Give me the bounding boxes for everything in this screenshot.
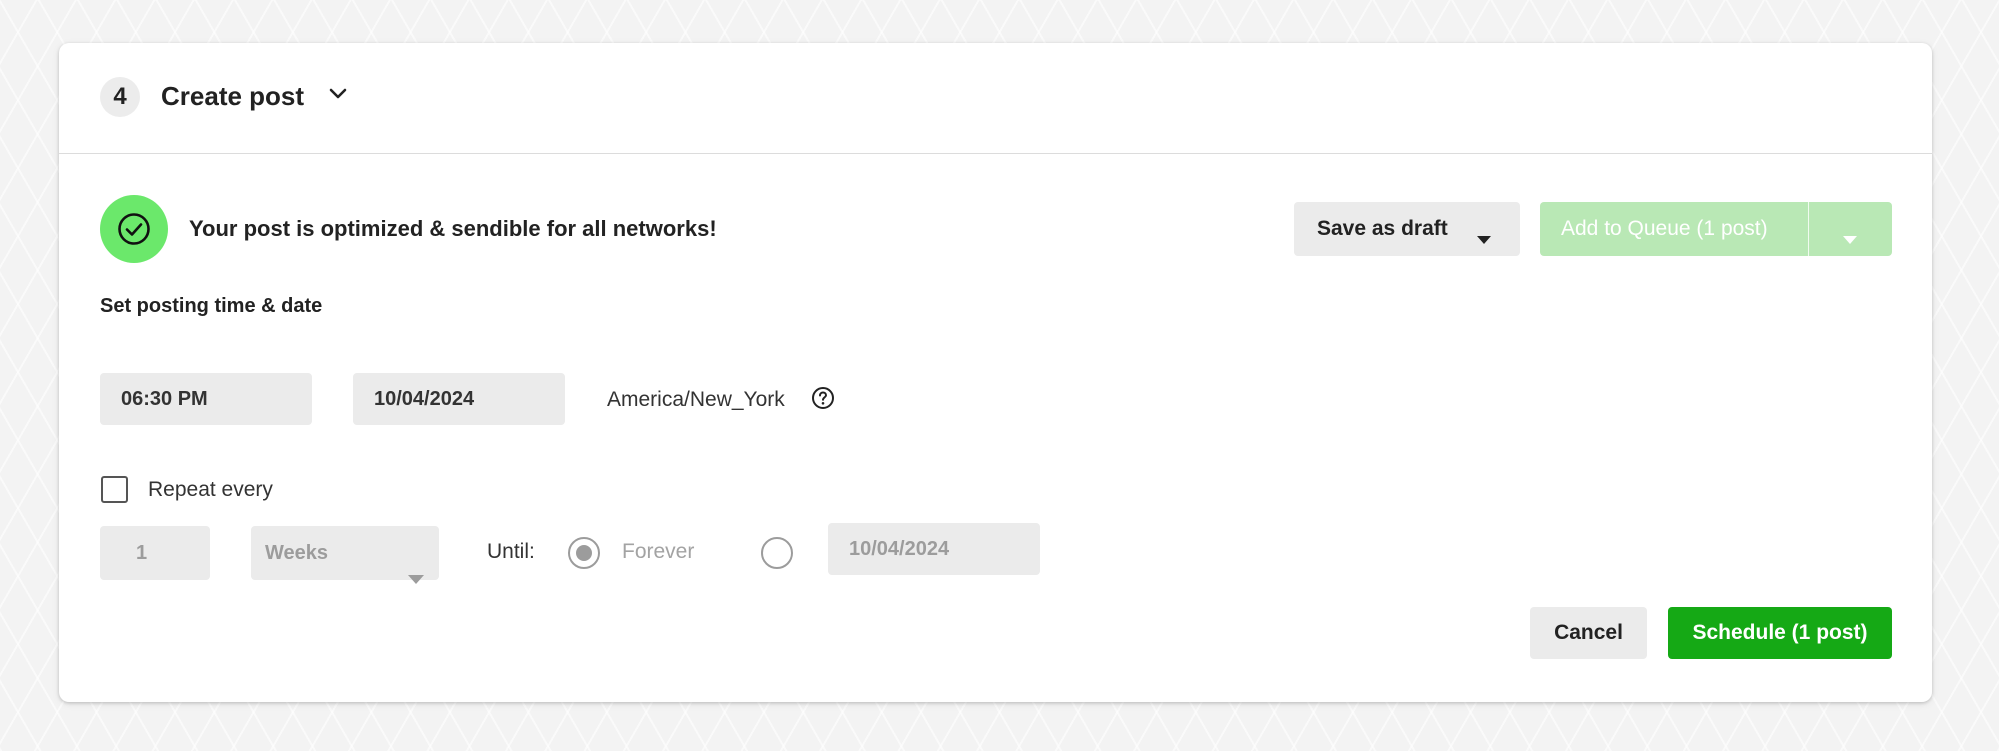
check-circle-icon <box>118 213 150 245</box>
caret-down-icon <box>408 551 424 605</box>
button-divider <box>1808 202 1809 256</box>
add-to-queue-button[interactable]: Add to Queue (1 post) <box>1540 202 1892 256</box>
panel-title[interactable]: Create post <box>161 81 304 112</box>
repeat-label: Repeat every <box>148 478 273 501</box>
forever-radio[interactable] <box>568 537 600 569</box>
cancel-button[interactable]: Cancel <box>1530 607 1647 659</box>
step-number-badge: 4 <box>100 77 140 117</box>
panel-header: 4 Create post <box>59 43 1932 154</box>
time-input[interactable]: 06:30 PM <box>100 373 312 425</box>
posting-time-heading: Set posting time & date <box>100 295 323 317</box>
status-message: Your post is optimized & sendible for al… <box>189 216 717 241</box>
repeat-checkbox[interactable] <box>101 476 128 503</box>
schedule-button[interactable]: Schedule (1 post) <box>1668 607 1892 659</box>
radio-selected-dot <box>576 545 592 561</box>
chevron-down-icon[interactable] <box>329 87 347 105</box>
create-post-panel: 4 Create post Your post is optimized & s… <box>59 43 1932 702</box>
timezone-label: America/New_York <box>607 388 785 411</box>
end-date-radio[interactable] <box>761 537 793 569</box>
until-label: Until: <box>487 540 535 563</box>
question-circle-icon[interactable] <box>811 386 835 415</box>
save-as-draft-label: Save as draft <box>1317 217 1448 240</box>
add-to-queue-label: Add to Queue (1 post) <box>1561 217 1768 240</box>
forever-label: Forever <box>622 540 695 563</box>
repeat-count-input[interactable]: 1 <box>100 526 210 580</box>
repeat-unit-select[interactable]: Weeks <box>251 526 439 584</box>
end-date-input[interactable]: 10/04/2024 <box>828 523 1040 575</box>
repeat-unit-value: Weeks <box>265 542 329 564</box>
date-input[interactable]: 10/04/2024 <box>353 373 565 425</box>
save-as-draft-button[interactable]: Save as draft <box>1294 202 1520 256</box>
status-badge <box>100 195 168 263</box>
caret-down-icon <box>1477 226 1491 250</box>
caret-down-icon[interactable] <box>1843 226 1857 250</box>
